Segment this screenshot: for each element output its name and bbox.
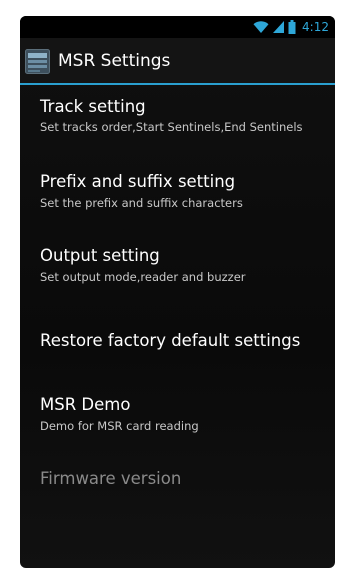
setting-title: Restore factory default settings [40,331,301,350]
battery-icon [288,20,296,34]
setting-summary: Set output mode,reader and buzzer [40,270,246,284]
setting-item-prefix-suffix[interactable]: Prefix and suffix setting Set the prefix… [20,161,335,235]
setting-item-output[interactable]: Output setting Set output mode,reader an… [20,235,335,307]
setting-summary: Demo for MSR card reading [40,419,199,433]
setting-title: MSR Demo [40,395,131,414]
setting-title: Track setting [40,97,146,116]
setting-item-track[interactable]: Track setting Set tracks order,Start Sen… [20,85,335,161]
setting-item-msr-demo[interactable]: MSR Demo Demo for MSR card reading [20,379,335,451]
setting-item-restore-defaults[interactable]: Restore factory default settings [20,307,335,379]
status-icons: 4:12 [253,19,329,35]
setting-title: Prefix and suffix setting [40,172,236,191]
phone-screen: 4:12 MSR Settings Track setting Set trac… [20,16,335,568]
device-frame: 4:12 MSR Settings Track setting Set trac… [0,0,357,576]
status-time: 4:12 [302,20,329,34]
setting-item-firmware-version: Firmware version [20,451,335,521]
page-title: MSR Settings [58,51,171,71]
setting-summary: Set the prefix and suffix characters [40,196,243,210]
settings-list: Track setting Set tracks order,Start Sen… [20,85,335,568]
app-settings-icon[interactable] [25,49,50,74]
setting-title: Output setting [40,246,160,265]
signal-icon [273,21,285,33]
wifi-icon [253,21,269,33]
setting-title: Firmware version [40,469,182,488]
action-bar: MSR Settings [20,38,335,85]
setting-summary: Set tracks order,Start Sentinels,End Sen… [40,120,303,134]
status-bar: 4:12 [20,16,335,38]
